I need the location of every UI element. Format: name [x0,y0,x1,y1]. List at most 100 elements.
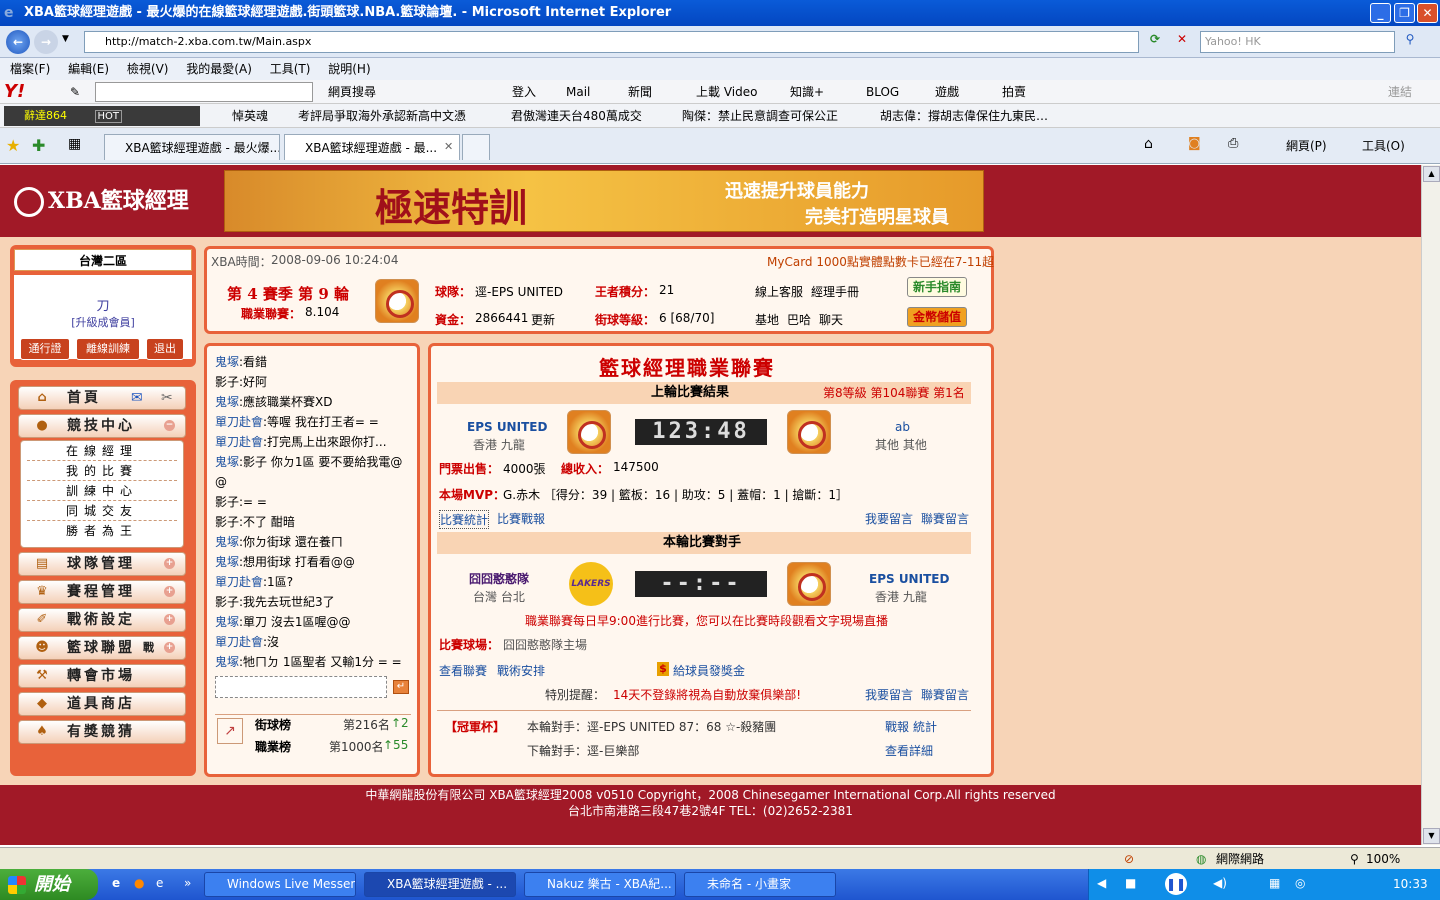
team-name[interactable]: 逕-EPS UNITED [475,283,563,300]
scroll-up-icon[interactable]: ▲ [1423,166,1440,182]
yahoo-logo-icon[interactable]: Y! [4,80,25,104]
chat-user[interactable]: 鬼塚 [215,395,239,409]
print-icon[interactable]: ⎙ [1228,136,1238,151]
logout-button[interactable]: 退出 [146,338,184,360]
feeds-icon[interactable]: ◙ [1188,136,1201,151]
chat-user[interactable]: 單刀赴會 [215,415,263,429]
back-button[interactable]: ← [6,30,30,54]
stock-ticker[interactable]: 辭達864 HOT [4,106,200,126]
tab-1[interactable]: XBA籃球經理遊戲 - 最火爆... [104,134,280,160]
chat-user[interactable]: 鬼塚 [215,455,239,469]
refresh-link[interactable]: 更新 [531,311,555,328]
chat-user[interactable]: 鬼塚 [215,655,239,669]
taskbar-item-messenger[interactable]: Windows Live Messen... [204,872,356,897]
chat-user[interactable]: 鬼塚 [215,555,239,569]
beginner-guide-button[interactable]: 新手指南 [907,277,967,297]
maximize-button[interactable]: ❐ [1394,3,1415,23]
cup-stats-link[interactable]: 統計 [913,718,937,735]
history-dropdown-icon[interactable]: ▼ [62,34,69,44]
nav-team-management[interactable]: ▤ 球隊管理 + [18,552,186,576]
tools-menu[interactable]: 工具(O) [1362,137,1405,154]
clock[interactable]: 10:33 [1393,877,1428,891]
new-tab-button[interactable] [462,134,490,160]
bonus-link[interactable]: 給球員發獎金 [673,662,745,679]
home-icon[interactable]: ⌂ [1144,136,1153,152]
expand-icon[interactable]: + [164,614,175,625]
collapse-icon[interactable]: − [164,420,175,431]
upgrade-link[interactable]: [升級成會員] [14,314,192,330]
quick-tabs-icon[interactable]: ▦ [68,136,81,152]
chat-user[interactable]: 單刀赴會 [215,435,263,449]
notice-marquee[interactable]: MyCard 1000點實體點數卡已經在7-11超 [767,253,994,270]
tools-icon[interactable]: ✂ [161,387,173,409]
street-rank-label[interactable]: 街球榜 [255,716,291,733]
start-button[interactable]: 開始 [0,869,98,900]
taskbar-item-xba[interactable]: XBA籃球經理遊戲 - ... [364,872,516,897]
link-item-2[interactable]: 考評局爭取海外承認新高中文憑 [298,104,466,128]
link-item-5[interactable]: 胡志偉：撐胡志偉保住九東民… [880,104,1048,128]
tactics-link[interactable]: 戰術安排 [497,662,545,679]
yahoo-knowledge[interactable]: 知識+ [790,80,824,104]
away-team[interactable]: ab [895,420,910,434]
chat-user[interactable]: 單刀赴會 [215,635,263,649]
taskbar-item-paint[interactable]: 未命名 - 小畫家 [684,872,836,897]
yahoo-search-button[interactable]: 網頁搜尋 [328,80,376,104]
search-icon[interactable]: ⚲ [1400,32,1420,52]
sub-local-friends[interactable]: 同城交友 [27,501,177,521]
baha-link[interactable]: 巴哈 [787,311,811,328]
media-pause-icon[interactable]: ❚❚ [1165,873,1187,895]
quicklaunch-more-icon[interactable]: » [184,876,191,890]
scroll-down-icon[interactable]: ▼ [1423,828,1440,844]
passport-button[interactable]: 通行證 [20,338,70,360]
match-report-link[interactable]: 比賽戰報 [497,510,545,527]
nav-tactics[interactable]: ✐ 戰術設定 + [18,608,186,632]
send-icon[interactable]: ↵ [393,680,409,694]
search-input[interactable]: Yahoo! HK [1200,31,1395,53]
quicklaunch-ie2-icon[interactable]: e [156,876,163,890]
league-message-link-2[interactable]: 聯賽留言 [921,686,969,703]
league-value[interactable]: 8.104 [305,305,339,319]
chat-user[interactable]: 鬼塚 [215,615,239,629]
gold-topup-button[interactable]: 金幣儲值 [907,307,967,327]
menu-view[interactable]: 檢視(V) [127,62,169,76]
nav-competition[interactable]: ● 競技中心 − [18,414,186,438]
leave-message-link[interactable]: 我要留言 [865,510,913,527]
my-team[interactable]: EPS UNITED [869,572,949,586]
nav-league[interactable]: ☻ 籃球聯盟 戰 + [18,636,186,660]
media-stop-icon[interactable]: ■ [1125,876,1136,890]
page-scrollbar[interactable]: ▲ ▼ [1421,165,1440,845]
forward-button[interactable]: → [34,30,58,54]
yahoo-search-input[interactable] [95,82,313,102]
menu-edit[interactable]: 編輯(E) [68,62,109,76]
yahoo-auction[interactable]: 拍賣 [1002,80,1026,104]
sub-winner[interactable]: 勝者為王 [27,521,177,541]
quicklaunch-ie-icon[interactable]: e [112,876,120,890]
sub-online-manager[interactable]: 在線經理 [27,441,177,461]
refresh-icon[interactable]: ⟳ [1145,32,1165,52]
chat-user[interactable]: 單刀赴會 [215,575,263,589]
menu-favorites[interactable]: 我的最愛(A) [186,62,252,76]
close-button[interactable]: ✕ [1417,3,1438,23]
sub-my-matches[interactable]: 我的比賽 [27,461,177,481]
tray-app-icon[interactable]: ◎ [1295,876,1305,890]
sub-training-center[interactable]: 訓練中心 [27,481,177,501]
yahoo-login[interactable]: 登入 [512,80,536,104]
network-icon[interactable]: ▦ [1269,876,1280,890]
nav-home[interactable]: ⌂ 首頁 ✉ ✂ [18,386,186,410]
zoom-icon[interactable]: ⚲ [1350,848,1359,870]
privacy-icon[interactable]: ⊘ [1124,848,1134,870]
volume-icon[interactable]: ◀) [1213,876,1227,890]
nav-item-shop[interactable]: ◆ 道具商店 [18,692,186,716]
minimize-button[interactable]: _ [1370,3,1391,23]
cup-this-round[interactable]: 本輪對手：逕-EPS UNITED 87：68 ☆-殺豬團 [527,718,776,735]
nav-transfer-market[interactable]: ⚒ 轉會市場 [18,664,186,688]
stop-icon[interactable]: ✕ [1172,32,1192,52]
pro-rank-label[interactable]: 職業榜 [255,738,291,755]
yahoo-games[interactable]: 遊戲 [935,80,959,104]
leave-message-link-2[interactable]: 我要留言 [865,686,913,703]
yahoo-video[interactable]: 上載 Video [696,80,757,104]
pencil-icon[interactable]: ✎ [70,80,80,104]
view-league-link[interactable]: 查看聯賽 [439,662,487,679]
league-message-link[interactable]: 聯賽留言 [921,510,969,527]
manual-link[interactable]: 經理手冊 [811,283,859,300]
